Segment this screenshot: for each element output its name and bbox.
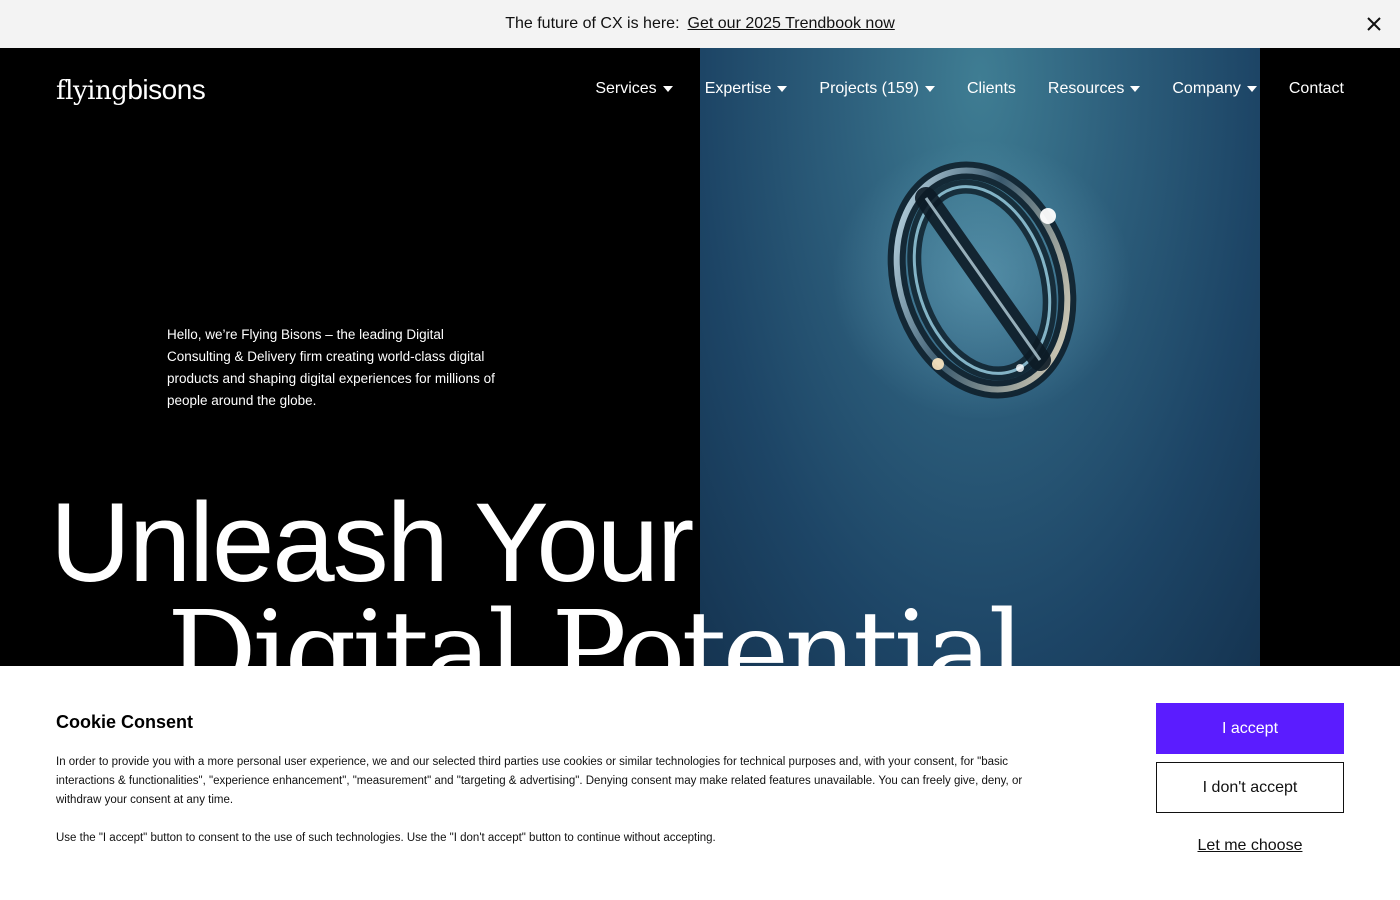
- nav-item-label: Resources: [1047, 80, 1125, 97]
- logo-bold-part: bisons: [127, 74, 206, 105]
- nav-item-label: Contact: [1288, 80, 1344, 97]
- announcement-banner: The future of CX is here: Get our 2025 T…: [0, 0, 1400, 48]
- decline-button[interactable]: I don't accept: [1156, 762, 1344, 813]
- logo[interactable]: flyingbisons: [56, 74, 206, 106]
- nav-item-contact[interactable]: Contact: [1289, 80, 1344, 98]
- trendbook-link[interactable]: Get our 2025 Trendbook now: [688, 15, 895, 33]
- nav-item-company[interactable]: Company: [1172, 80, 1257, 98]
- caret-down-icon: [777, 86, 788, 92]
- nav-item-expertise[interactable]: Expertise: [705, 80, 788, 98]
- caret-down-icon: [1246, 86, 1257, 92]
- main-navigation: flyingbisons Services Expertise Projects…: [0, 48, 1400, 134]
- glass-ring-illustration: [832, 140, 1132, 420]
- banner-text: The future of CX is here:: [505, 15, 680, 32]
- cookie-consent-panel: Cookie Consent In order to provide you w…: [0, 666, 1400, 900]
- nav-item-clients[interactable]: Clients: [967, 80, 1016, 98]
- hero-section: Hello, we’re Flying Bisons – the leading…: [0, 48, 1400, 666]
- caret-down-icon: [924, 86, 935, 92]
- hero-headline-line2: Digital Potential: [167, 588, 1024, 666]
- nav-item-label: Company: [1172, 80, 1241, 97]
- let-me-choose-link[interactable]: Let me choose: [1156, 821, 1344, 871]
- nav-item-label: Services: [595, 80, 657, 97]
- caret-down-icon: [662, 86, 673, 92]
- cookie-description: In order to provide you with a more pers…: [56, 756, 1023, 806]
- cookie-instructions: Use the "I accept" button to consent to …: [56, 832, 716, 844]
- nav-item-label: Clients: [966, 80, 1016, 97]
- hero-intro-text: Hello, we’re Flying Bisons – the leading…: [167, 327, 495, 408]
- accept-button[interactable]: I accept: [1156, 703, 1344, 754]
- nav-item-projects[interactable]: Projects (159): [819, 80, 935, 98]
- nav-item-services[interactable]: Services: [595, 80, 673, 98]
- close-icon[interactable]: [1364, 14, 1384, 34]
- hero-artwork: [700, 48, 1260, 666]
- cookie-title: Cookie Consent: [56, 712, 194, 732]
- nav-item-resources[interactable]: Resources: [1047, 80, 1141, 98]
- nav-menu: Services Expertise Projects (159) Client…: [595, 80, 1344, 98]
- nav-item-label: Projects (159): [819, 80, 919, 97]
- logo-light-part: flying: [56, 76, 128, 106]
- caret-down-icon: [1130, 86, 1141, 92]
- nav-item-label: Expertise: [704, 80, 772, 97]
